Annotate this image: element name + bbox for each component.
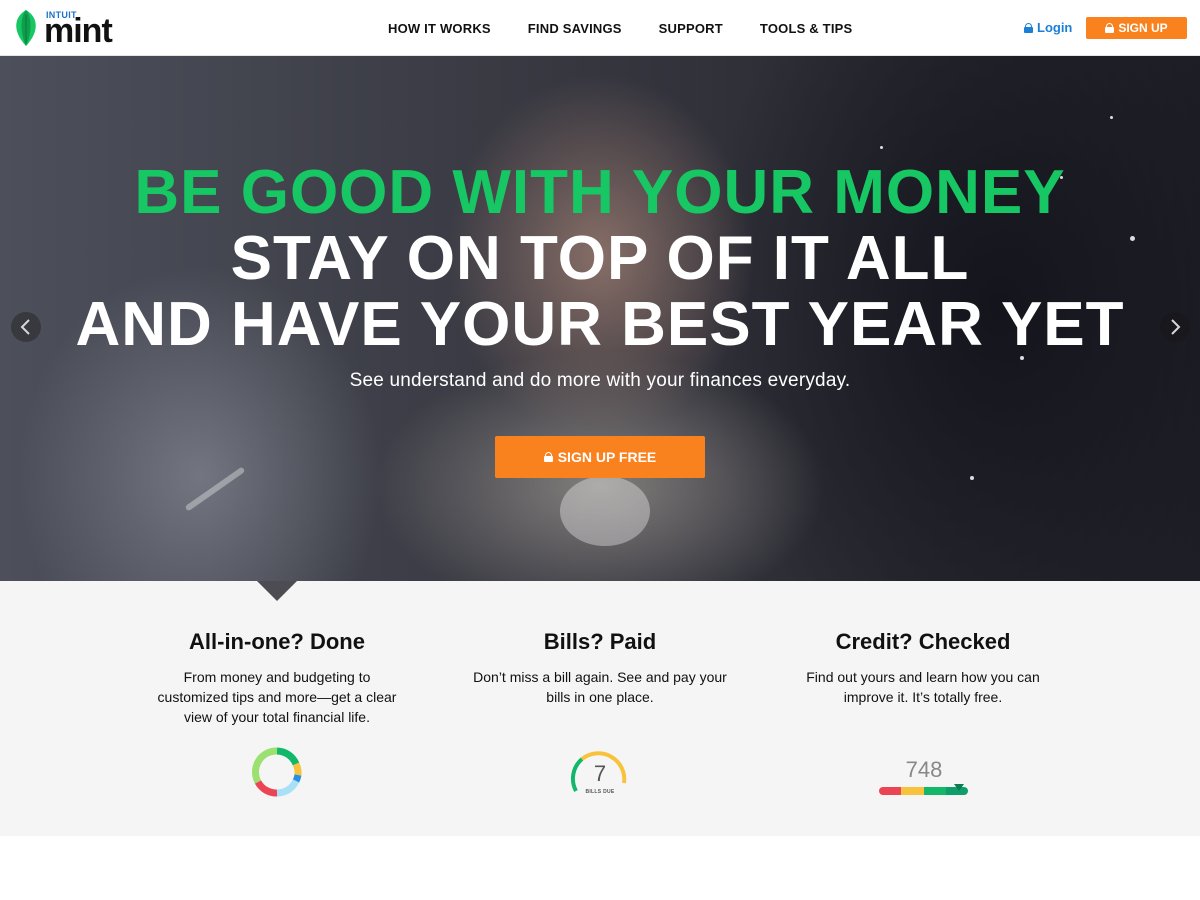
sparkle-decoration (184, 466, 246, 512)
hero-headline-secondary: STAY ON TOP OF IT ALL (230, 224, 970, 293)
chevron-right-icon (1171, 319, 1181, 335)
nav-support[interactable]: SUPPORT (659, 21, 723, 36)
bills-due-label: BILLS DUE (585, 789, 615, 795)
sparkle-decoration (880, 146, 883, 149)
main-nav: HOW IT WORKS FIND SAVINGS SUPPORT TOOLS … (388, 0, 889, 56)
mint-leaf-icon (16, 10, 36, 46)
login-link[interactable]: Login (1024, 20, 1072, 35)
credit-bar-segment (901, 787, 924, 795)
hero-subtitle: See understand and do more with your fin… (349, 370, 851, 391)
login-label: Login (1037, 20, 1073, 35)
features-section: All-in-one? Done From money and budgetin… (0, 581, 1200, 836)
feature-title: Credit? Checked (835, 629, 1011, 654)
logo-mint-text: mint (44, 12, 113, 50)
bills-gauge-icon: 7 BILLS DUE (570, 747, 630, 799)
nav-how-it-works[interactable]: HOW IT WORKS (388, 21, 491, 36)
feature-description: Don’t miss a bill again. See and pay you… (473, 669, 727, 705)
bills-due-count: 7 (593, 761, 607, 786)
feature-description: Find out yours and learn how you can imp… (806, 669, 1040, 705)
lock-icon (1024, 22, 1033, 33)
slide-pointer (257, 581, 297, 601)
nav-tools-tips[interactable]: TOOLS & TIPS (760, 21, 852, 36)
lock-icon (543, 452, 553, 462)
site-header: INTUIT mint HOW IT WORKS FIND SAVINGS SU… (0, 0, 1200, 56)
feature-credit: Credit? Checked Find out yours and learn… (763, 581, 1083, 707)
hero-banner: BE GOOD WITH YOUR MONEY STAY ON TOP OF I… (0, 56, 1200, 581)
lock-icon (1105, 23, 1115, 33)
feature-title: All-in-one? Done (189, 629, 365, 654)
mint-logo[interactable]: INTUIT mint (12, 8, 122, 48)
sparkle-decoration (970, 476, 974, 480)
feature-description: From money and budgeting to customized t… (157, 669, 397, 725)
feature-bills: Bills? Paid Don’t miss a bill again. See… (440, 581, 760, 707)
hero-headline-tertiary: AND HAVE YOUR BEST YEAR YET (75, 290, 1125, 359)
credit-score-value: 748 (905, 757, 943, 782)
signup-label: SIGN UP (1118, 21, 1168, 35)
sparkle-decoration (1110, 116, 1113, 119)
hero-headline-primary: BE GOOD WITH YOUR MONEY (134, 158, 1066, 227)
carousel-prev-button[interactable] (11, 312, 41, 342)
feature-all-in-one: All-in-one? Done From money and budgetin… (117, 581, 437, 727)
nav-find-savings[interactable]: FIND SAVINGS (528, 21, 622, 36)
signup-free-label: SIGN UP FREE (557, 449, 657, 465)
credit-bar-segment (923, 787, 946, 795)
credit-bar-segment (879, 787, 902, 795)
signup-free-button[interactable]: SIGN UP FREE (495, 436, 705, 478)
signup-button[interactable]: SIGN UP (1086, 17, 1187, 39)
credit-score-marker (954, 784, 964, 791)
carousel-next-button[interactable] (1160, 312, 1190, 342)
feature-title: Bills? Paid (543, 629, 657, 654)
donut-chart-icon (252, 747, 302, 797)
credit-score-icon: 748 (878, 757, 970, 799)
sparkle-decoration (560, 476, 650, 546)
chevron-left-icon (20, 319, 30, 335)
